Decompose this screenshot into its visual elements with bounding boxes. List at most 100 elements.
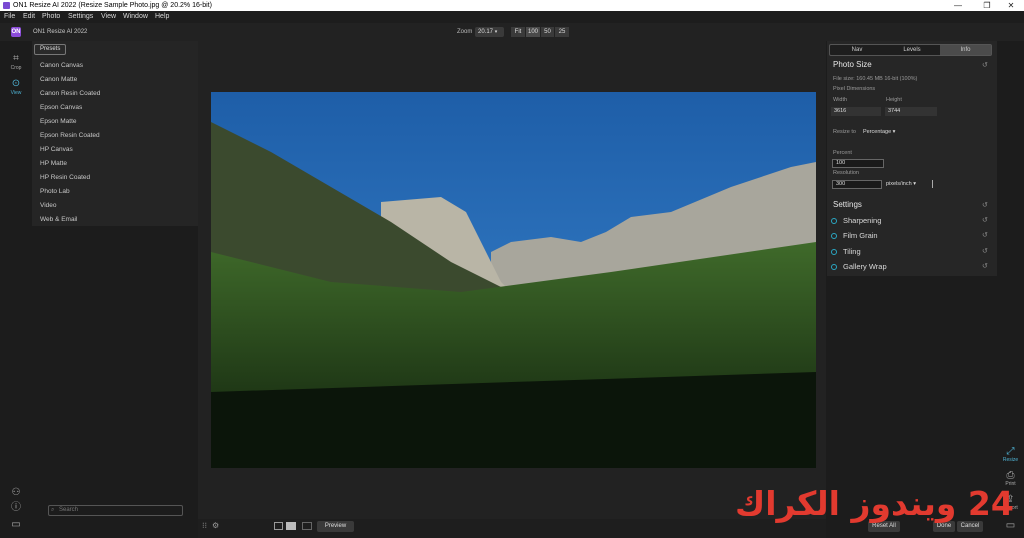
left-toolbar [0, 41, 32, 538]
menu-view[interactable]: View [101, 11, 116, 23]
reset-icon[interactable]: ↺ [982, 231, 988, 239]
presets-tab[interactable]: Presets [34, 44, 67, 55]
toggle-circle-icon[interactable] [831, 233, 837, 240]
preview-button[interactable]: Preview [317, 521, 354, 532]
crop-icon: ⌗ [13, 53, 19, 64]
menu-bar: File Edit Photo Settings View Window Hel… [0, 11, 1024, 23]
panel-toggle-icon[interactable]: ▭ [0, 520, 32, 531]
preset-item[interactable]: Web & Email [40, 216, 77, 223]
photo-preview[interactable] [211, 92, 816, 468]
resize-to-select[interactable]: Percentage ▾ [863, 129, 895, 135]
resolution-unit-select[interactable]: pixels/inch ▾ [886, 181, 916, 187]
setting-tiling[interactable]: Tiling [831, 247, 861, 256]
zoom-select[interactable]: 20.17 ▾ [475, 27, 504, 37]
width-label: Width [833, 97, 848, 103]
preset-item[interactable]: HP Resin Coated [40, 174, 90, 181]
zoom-label: Zoom [457, 29, 473, 35]
resize-tool-label: Resize [1002, 457, 1019, 463]
reset-icon[interactable]: ↺ [982, 61, 988, 69]
menu-settings[interactable]: Settings [68, 11, 93, 23]
view-icon: ⊙ [11, 78, 21, 89]
search-input[interactable]: ⌕ Search [48, 505, 183, 516]
settings-title: Settings [833, 200, 862, 209]
maximize-button[interactable]: ❐ [974, 0, 1000, 11]
percent-field[interactable]: 100 [832, 159, 884, 168]
setting-label: Gallery Wrap [843, 262, 887, 271]
tab-info[interactable]: Info [940, 45, 991, 55]
chevron-down-icon: ▾ [892, 129, 896, 135]
menu-window[interactable]: Window [123, 11, 148, 23]
close-button[interactable]: ✕ [998, 0, 1024, 11]
view-tool[interactable]: ⊙ View [0, 78, 32, 97]
zoom-value: 20.17 [478, 29, 494, 35]
compare-side-icon[interactable] [302, 522, 312, 530]
reset-icon[interactable]: ↺ [982, 201, 988, 209]
preset-item[interactable]: Photo Lab [40, 188, 70, 195]
preset-item[interactable]: Canon Matte [40, 76, 77, 83]
height-label: Height [886, 97, 902, 103]
settings-icon[interactable]: ⚙ [212, 521, 219, 530]
menu-edit[interactable]: Edit [23, 11, 35, 23]
menu-photo[interactable]: Photo [42, 11, 60, 23]
setting-film-grain[interactable]: Film Grain [831, 231, 878, 240]
title-bar: ON1 Resize AI 2022 (Resize Sample Photo.… [0, 0, 1024, 11]
panel-tabs: Nav Levels Info [829, 44, 992, 56]
search-icon: ⌕ [51, 507, 55, 513]
preset-item[interactable]: Canon Canvas [40, 62, 83, 69]
window-title: ON1 Resize AI 2022 (Resize Sample Photo.… [13, 2, 212, 9]
width-field[interactable]: 3616 [831, 107, 881, 116]
setting-gallery-wrap[interactable]: Gallery Wrap [831, 262, 887, 271]
minimize-button[interactable]: — [945, 0, 971, 11]
preset-item[interactable]: Epson Canvas [40, 104, 82, 111]
chevron-down-icon: ▾ [913, 181, 916, 187]
setting-sharpening[interactable]: Sharpening [831, 216, 881, 225]
setting-label: Sharpening [843, 216, 882, 225]
preset-item[interactable]: HP Canvas [40, 146, 73, 153]
toggle-circle-icon[interactable] [831, 264, 837, 271]
tab-nav[interactable]: Nav [830, 45, 884, 55]
chevron-down-icon: ▾ [494, 29, 498, 35]
height-field[interactable]: 3744 [885, 107, 937, 116]
compare-split-icon[interactable] [286, 522, 296, 530]
app-icon [3, 2, 10, 9]
app-name: ON1 Resize AI 2022 [33, 29, 88, 35]
preset-item[interactable]: HP Matte [40, 160, 67, 167]
reset-icon[interactable]: ↺ [982, 216, 988, 224]
tab-levels[interactable]: Levels [884, 45, 940, 55]
zoom-100-button[interactable]: 100 [526, 27, 540, 37]
reset-icon[interactable]: ↺ [982, 262, 988, 270]
menu-file[interactable]: File [4, 11, 15, 23]
help-icon[interactable]: ⓘ [0, 503, 32, 514]
divider [932, 180, 933, 188]
resize-tool[interactable]: ⤢ Resize [997, 446, 1024, 463]
setting-label: Tiling [843, 247, 861, 256]
preset-item[interactable]: Epson Resin Coated [40, 132, 100, 139]
crop-tool-label: Crop [10, 65, 22, 71]
file-size-text: File size: 160.45 MB 16-bit (100%) [833, 76, 918, 82]
zoom-50-button[interactable]: 50 [541, 27, 554, 37]
percent-label: Percent [833, 150, 852, 156]
compare-single-icon[interactable] [274, 522, 283, 530]
resolution-label: Resolution [833, 170, 859, 176]
zoom-25-button[interactable]: 25 [555, 27, 569, 37]
menu-help[interactable]: Help [155, 11, 169, 23]
grid-icon[interactable]: ⁝⁝ [202, 521, 207, 530]
preset-item[interactable]: Video [40, 202, 57, 209]
toggle-circle-icon[interactable] [831, 249, 837, 256]
crop-tool[interactable]: ⌗ Crop [0, 53, 32, 72]
user-icon[interactable]: ⚇ [0, 488, 32, 499]
photo-size-title: Photo Size [833, 60, 872, 69]
print-icon: ⎙ [1006, 470, 1015, 481]
resolution-field[interactable]: 300 [832, 180, 882, 189]
zoom-fit-button[interactable]: Fit [511, 27, 525, 37]
reset-icon[interactable]: ↺ [982, 247, 988, 255]
right-toolbar [997, 41, 1024, 538]
app-logo: ON [11, 27, 21, 37]
watermark-overlay: 24 ويندوز الكراك [735, 484, 1014, 523]
preset-item[interactable]: Canon Resin Coated [40, 90, 100, 97]
resize-to-value: Percentage [863, 129, 892, 135]
landscape-photo [211, 92, 816, 468]
toggle-circle-icon[interactable] [831, 218, 837, 225]
preset-item[interactable]: Epson Matte [40, 118, 77, 125]
setting-label: Film Grain [843, 231, 878, 240]
